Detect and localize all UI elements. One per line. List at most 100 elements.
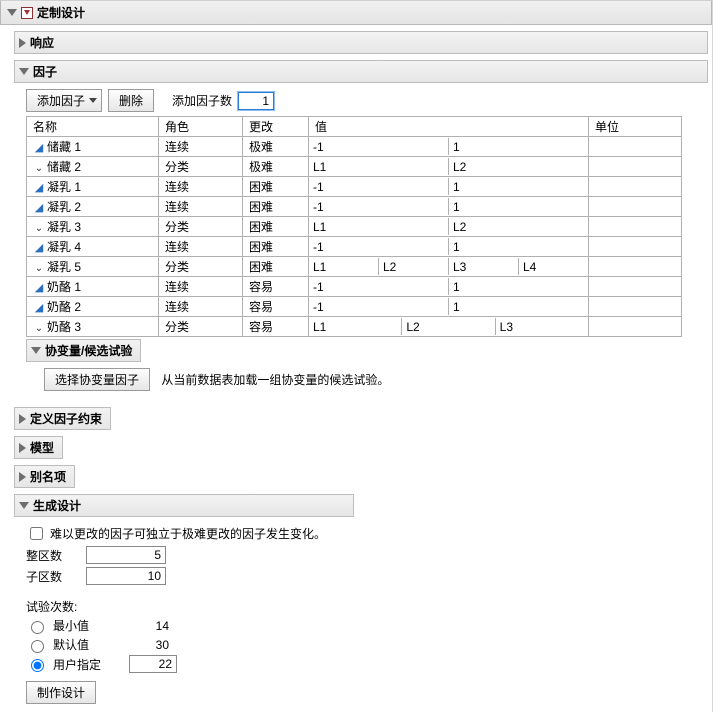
alias-header[interactable]: 别名项 xyxy=(14,465,75,488)
factor-values[interactable]: -11 xyxy=(309,277,589,297)
value-cell[interactable]: -1 xyxy=(309,278,449,295)
add-factor-button[interactable]: 添加因子 xyxy=(26,89,102,112)
factor-change[interactable]: 困难 xyxy=(243,177,309,197)
hotspot-icon[interactable] xyxy=(21,7,33,19)
value-cell[interactable]: -1 xyxy=(309,298,449,315)
table-row[interactable]: ◢凝乳 4连续困难-11 xyxy=(27,237,682,257)
value-cell[interactable]: 1 xyxy=(449,178,588,195)
add-n-input[interactable] xyxy=(238,92,274,110)
factor-role[interactable]: 连续 xyxy=(159,177,243,197)
covariate-header[interactable]: 协变量/候选试验 xyxy=(26,339,141,362)
factor-unit[interactable] xyxy=(589,277,682,297)
factor-change[interactable]: 困难 xyxy=(243,217,309,237)
value-cell[interactable]: 1 xyxy=(449,238,588,255)
factor-unit[interactable] xyxy=(589,237,682,257)
factors-header[interactable]: 因子 xyxy=(14,60,708,83)
factor-values[interactable]: L1L2L3L4 xyxy=(309,257,589,277)
remove-factor-button[interactable]: 删除 xyxy=(108,89,154,112)
factor-unit[interactable] xyxy=(589,177,682,197)
factor-change[interactable]: 困难 xyxy=(243,257,309,277)
response-header[interactable]: 响应 xyxy=(14,31,708,54)
value-cell[interactable]: L1 xyxy=(309,318,402,335)
value-cell[interactable]: -1 xyxy=(309,178,449,195)
table-row[interactable]: ◢奶酪 1连续容易-11 xyxy=(27,277,682,297)
factor-unit[interactable] xyxy=(589,157,682,177)
value-cell[interactable]: 1 xyxy=(449,138,588,155)
factor-change[interactable]: 容易 xyxy=(243,317,309,337)
value-cell[interactable]: L2 xyxy=(449,158,588,175)
runs-user-radio[interactable] xyxy=(31,659,44,672)
value-cell[interactable]: 1 xyxy=(449,278,588,295)
factor-change[interactable]: 困难 xyxy=(243,197,309,217)
factor-unit[interactable] xyxy=(589,297,682,317)
factor-change[interactable]: 极难 xyxy=(243,157,309,177)
value-cell[interactable]: L1 xyxy=(309,158,449,175)
value-cell[interactable]: -1 xyxy=(309,198,449,215)
col-value[interactable]: 值 xyxy=(309,117,589,137)
runs-user-input[interactable] xyxy=(129,655,177,673)
value-cell[interactable]: L3 xyxy=(496,318,588,335)
table-row[interactable]: ⌄凝乳 3分类困难L1L2 xyxy=(27,217,682,237)
factor-role[interactable]: 分类 xyxy=(159,157,243,177)
value-cell[interactable]: L2 xyxy=(379,258,449,275)
factor-values[interactable]: L1L2L3 xyxy=(309,317,589,337)
factor-role[interactable]: 连续 xyxy=(159,297,243,317)
value-cell[interactable]: L3 xyxy=(449,258,519,275)
factor-values[interactable]: -11 xyxy=(309,297,589,317)
col-role[interactable]: 角色 xyxy=(159,117,243,137)
factor-role[interactable]: 连续 xyxy=(159,237,243,257)
factor-unit[interactable] xyxy=(589,137,682,157)
value-cell[interactable]: L2 xyxy=(449,218,588,235)
custom-design-header[interactable]: 定制设计 xyxy=(0,0,712,25)
value-cell[interactable]: -1 xyxy=(309,238,449,255)
factor-change[interactable]: 容易 xyxy=(243,297,309,317)
factor-change[interactable]: 极难 xyxy=(243,137,309,157)
whole-plots-input[interactable] xyxy=(86,546,166,564)
value-cell[interactable]: 1 xyxy=(449,298,588,315)
factor-values[interactable]: -11 xyxy=(309,197,589,217)
table-row[interactable]: ⌄奶酪 3分类容易L1L2L3 xyxy=(27,317,682,337)
factor-unit[interactable] xyxy=(589,217,682,237)
factor-role[interactable]: 分类 xyxy=(159,217,243,237)
table-row[interactable]: ◢奶酪 2连续容易-11 xyxy=(27,297,682,317)
value-cell[interactable]: L2 xyxy=(402,318,495,335)
sub-plots-input[interactable] xyxy=(86,567,166,585)
table-row[interactable]: ◢储藏 1连续极难-11 xyxy=(27,137,682,157)
factor-role[interactable]: 分类 xyxy=(159,257,243,277)
hard-change-checkbox[interactable] xyxy=(30,527,43,540)
factor-values[interactable]: -11 xyxy=(309,137,589,157)
runs-default-radio[interactable] xyxy=(31,640,44,653)
runs-min-radio[interactable] xyxy=(31,621,44,634)
factors-table[interactable]: 名称 角色 更改 值 单位 ◢储藏 1连续极难-11⌄储藏 2分类极难L1L2◢… xyxy=(26,116,682,337)
factor-role[interactable]: 连续 xyxy=(159,137,243,157)
factor-values[interactable]: -11 xyxy=(309,177,589,197)
make-design-button[interactable]: 制作设计 xyxy=(26,681,96,704)
define-constraints-header[interactable]: 定义因子约束 xyxy=(14,407,111,430)
factor-values[interactable]: -11 xyxy=(309,237,589,257)
col-unit[interactable]: 单位 xyxy=(589,117,682,137)
value-cell[interactable]: L4 xyxy=(519,258,588,275)
value-cell[interactable]: -1 xyxy=(309,138,449,155)
table-row[interactable]: ⌄凝乳 5分类困难L1L2L3L4 xyxy=(27,257,682,277)
factor-change[interactable]: 容易 xyxy=(243,277,309,297)
table-row[interactable]: ◢凝乳 2连续困难-11 xyxy=(27,197,682,217)
select-covariate-button[interactable]: 选择协变量因子 xyxy=(44,368,150,391)
value-cell[interactable]: L1 xyxy=(309,218,449,235)
value-cell[interactable]: L1 xyxy=(309,258,379,275)
model-header[interactable]: 模型 xyxy=(14,436,63,459)
factor-change[interactable]: 困难 xyxy=(243,237,309,257)
factor-values[interactable]: L1L2 xyxy=(309,157,589,177)
factor-values[interactable]: L1L2 xyxy=(309,217,589,237)
table-row[interactable]: ◢凝乳 1连续困难-11 xyxy=(27,177,682,197)
factor-unit[interactable] xyxy=(589,197,682,217)
factor-role[interactable]: 分类 xyxy=(159,317,243,337)
factor-role[interactable]: 连续 xyxy=(159,197,243,217)
table-row[interactable]: ⌄储藏 2分类极难L1L2 xyxy=(27,157,682,177)
col-change[interactable]: 更改 xyxy=(243,117,309,137)
generate-header[interactable]: 生成设计 xyxy=(14,494,354,517)
factor-unit[interactable] xyxy=(589,257,682,277)
factor-unit[interactable] xyxy=(589,317,682,337)
factor-role[interactable]: 连续 xyxy=(159,277,243,297)
col-name[interactable]: 名称 xyxy=(27,117,159,137)
value-cell[interactable]: 1 xyxy=(449,198,588,215)
